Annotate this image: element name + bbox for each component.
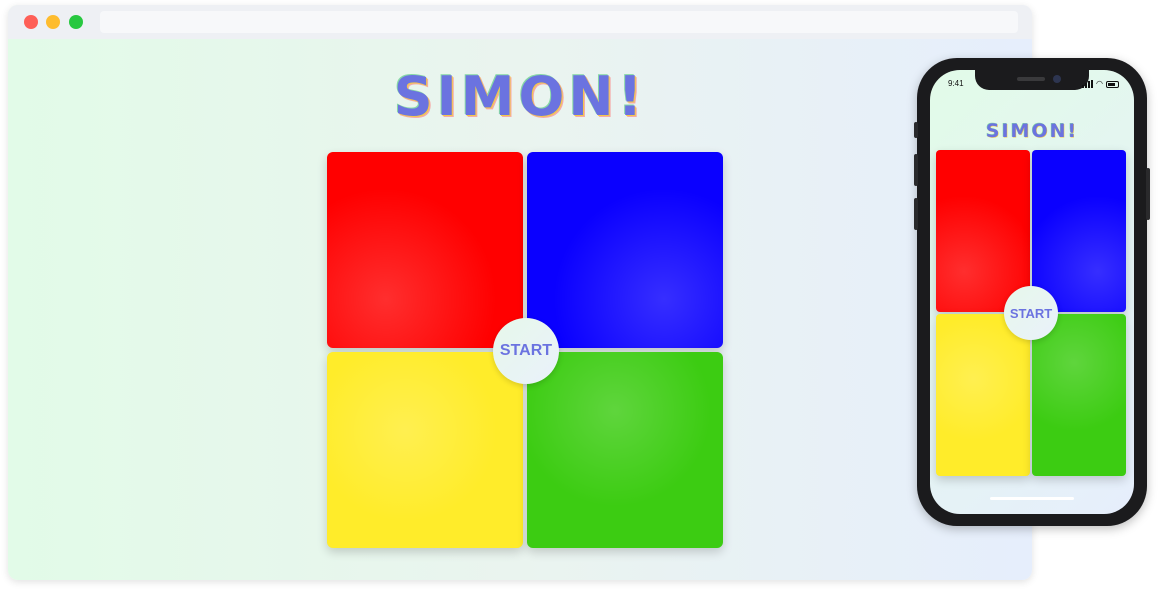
wifi-icon: ◠ [1096, 79, 1103, 88]
battery-icon [1106, 81, 1119, 88]
signal-icon [1085, 83, 1087, 88]
phone-notch [975, 70, 1089, 90]
start-button[interactable]: START [1004, 286, 1058, 340]
volume-up-button [914, 154, 918, 186]
power-button [1146, 168, 1150, 220]
window-maximize-button[interactable] [69, 15, 83, 29]
home-indicator[interactable] [990, 497, 1074, 500]
red-pad[interactable] [327, 152, 523, 348]
browser-window: SIMON! START [8, 5, 1032, 580]
volume-down-button [914, 198, 918, 230]
yellow-pad[interactable] [936, 314, 1030, 476]
window-minimize-button[interactable] [46, 15, 60, 29]
page-title: SIMON! [985, 120, 1079, 142]
address-bar[interactable] [100, 11, 1018, 33]
mute-switch [914, 122, 918, 138]
green-pad[interactable] [527, 352, 723, 548]
phone-screen: 9:41 ◠ SIMON! START [930, 70, 1134, 514]
game-board: START [936, 150, 1128, 478]
phone-frame: 9:41 ◠ SIMON! START [914, 58, 1150, 526]
status-icons: ◠ [1082, 80, 1122, 88]
signal-icon [1082, 85, 1084, 88]
browser-toolbar [8, 5, 1032, 39]
green-pad[interactable] [1032, 314, 1126, 476]
blue-pad[interactable] [527, 152, 723, 348]
game-board: START [327, 152, 725, 550]
page-title: SIMON! [393, 65, 647, 128]
start-button[interactable]: START [493, 318, 559, 384]
red-pad[interactable] [936, 150, 1030, 312]
signal-icon [1091, 80, 1093, 88]
yellow-pad[interactable] [327, 352, 523, 548]
speaker-icon [1017, 77, 1045, 81]
status-time: 9:41 [948, 79, 964, 88]
camera-icon [1053, 75, 1061, 83]
window-close-button[interactable] [24, 15, 38, 29]
blue-pad[interactable] [1032, 150, 1126, 312]
signal-icon [1088, 81, 1090, 88]
